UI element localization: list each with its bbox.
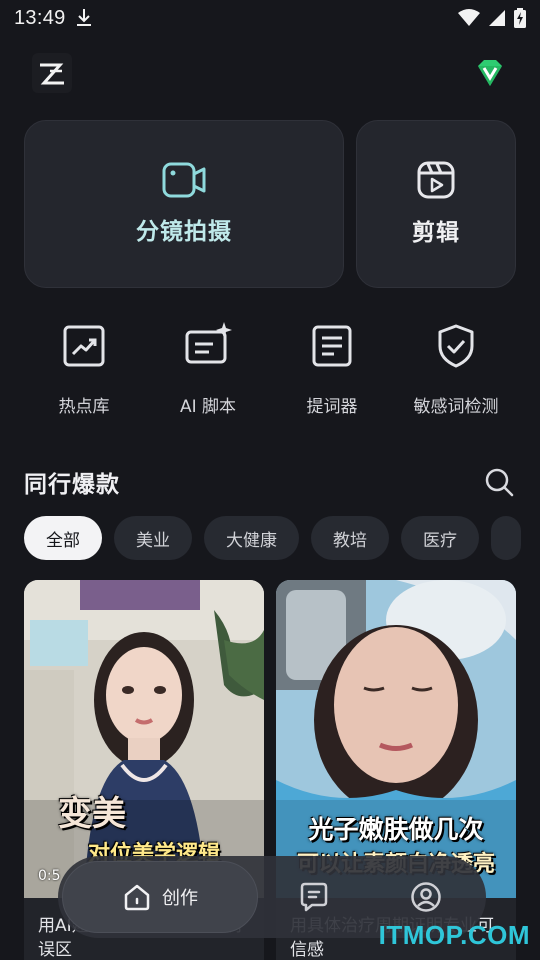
download-icon [76,9,91,26]
chip-all[interactable]: 全部 [24,516,102,560]
status-bar: 13:49 [0,0,540,36]
status-time: 13:49 [14,6,66,29]
signal-icon [489,10,505,26]
tools-row: 热点库 AI 脚本 提词器 敏感词检测 [22,322,518,432]
tool-label: 敏感词检测 [413,397,499,417]
nav-messages-tab[interactable] [258,881,370,913]
nav-create-label: 创作 [162,888,198,909]
nav-profile-tab[interactable] [370,881,482,913]
tool-sensitive-word-check[interactable]: 敏感词检测 [394,322,518,432]
chip-medical[interactable]: 医疗 [401,516,479,560]
chip-more[interactable] [491,516,521,560]
chip-education[interactable]: 教培 [311,516,389,560]
overlay-big-text: 变美 [58,794,126,834]
chip-health[interactable]: 大健康 [204,516,299,560]
nav-create-tab[interactable]: 创作 [62,861,258,933]
tool-hotspot-library[interactable]: 热点库 [22,322,146,432]
shoot-storyboard-button[interactable]: 分镜拍摄 [24,120,344,288]
app-logo-icon[interactable] [32,53,72,93]
teleprompter-icon [312,325,352,367]
edit-label: 剪辑 [412,220,460,246]
overlay-big-text: 光子嫩肤做几次 [308,815,484,844]
vip-diamond-icon[interactable] [472,55,508,91]
chip-beauty[interactable]: 美业 [114,516,192,560]
section-title: 同行爆款 [24,472,120,498]
tool-label: AI 脚本 [179,397,237,417]
status-icons [458,8,526,28]
tool-label: 热点库 [58,397,110,417]
watermark: ITMOP.COM [378,920,530,950]
wifi-icon [458,9,480,26]
shoot-storyboard-label: 分镜拍摄 [136,219,232,245]
message-icon [300,882,328,912]
tool-teleprompter[interactable]: 提词器 [270,322,394,432]
trending-chart-icon [63,325,105,367]
clapperboard-play-icon [417,161,455,199]
app-header [0,48,540,98]
home-icon [124,884,150,911]
video-duration: 0:5 [38,868,61,884]
ai-script-icon [185,322,232,364]
section-header: 同行爆款 [24,462,514,502]
battery-charging-icon [514,8,526,28]
search-icon[interactable] [484,467,514,497]
shield-check-icon [438,324,474,368]
edit-button[interactable]: 剪辑 [356,120,516,288]
tool-label: 提词器 [306,397,358,417]
video-camera-icon [162,162,206,198]
tool-ai-script[interactable]: AI 脚本 [146,322,270,432]
category-chips: 全部 美业 大健康 教培 医疗 [24,516,540,560]
profile-icon [411,882,441,912]
